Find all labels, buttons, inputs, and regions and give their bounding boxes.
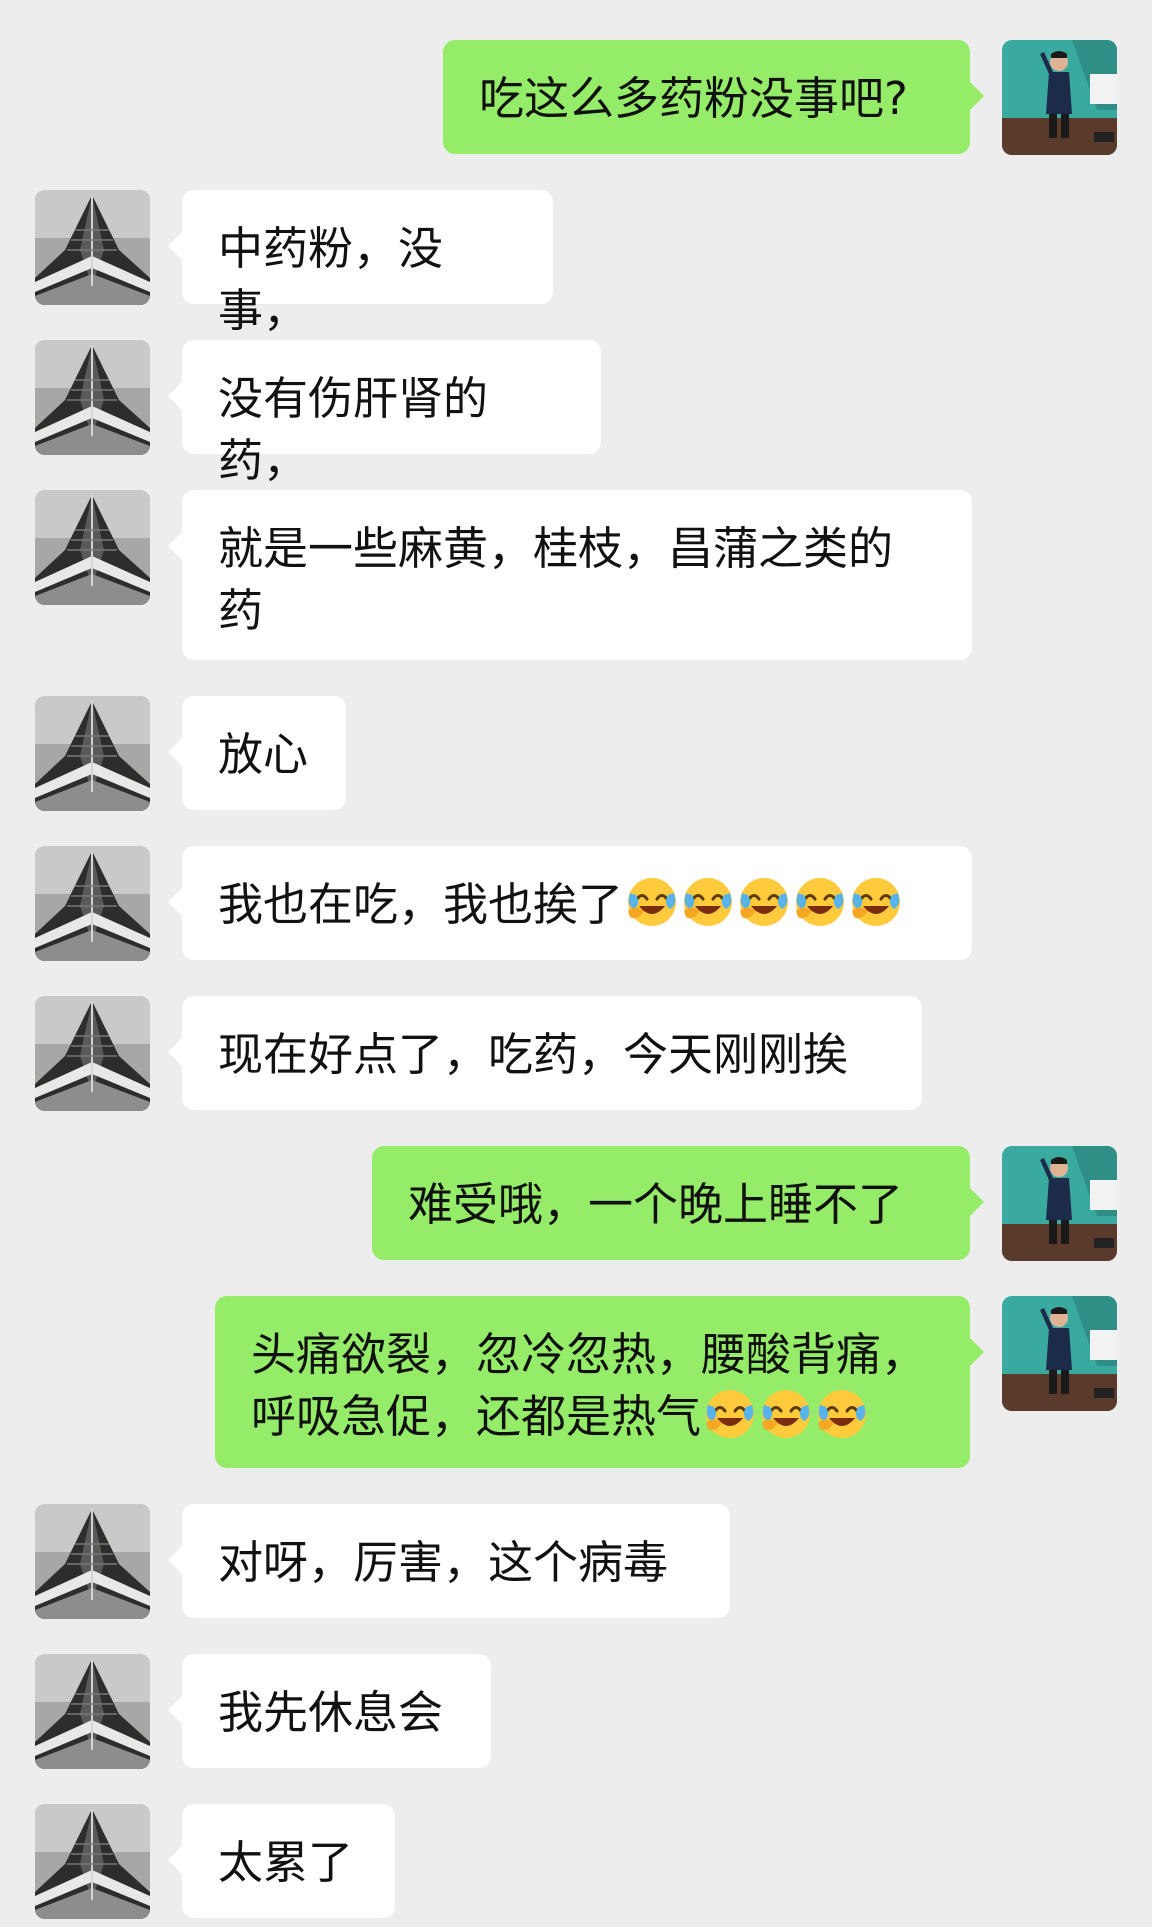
incoming-message-bubble[interactable]: 我也在吃，我也挨了 [168,846,972,960]
incoming-message-bubble[interactable]: 没有伤肝肾的药， [168,340,601,487]
incoming-message-row: 没有伤肝肾的药， [0,340,1152,487]
chat-message-list[interactable]: 吃这么多药粉没事吧? 中药粉，没事， 没有伤肝肾的药， 就是一些麻黄，桂枝，昌蒲之类的… [0,0,1152,1927]
crying-laughing-emoji-icon [849,875,903,929]
outgoing-message-bubble[interactable]: 难受哦，一个晚上睡不了 [372,1146,984,1260]
message-text: 吃这么多药粉没事吧? [479,72,908,125]
crying-laughing-emoji-icon [815,1387,869,1441]
message-text: 没有伤肝肾的药， [218,372,489,487]
incoming-message-row: 现在好点了，吃药，今天刚刚挨 [0,996,1152,1111]
outgoing-message-bubble[interactable]: 头痛欲裂，忽冷忽热，腰酸背痛，呼吸急促，还都是热气 [215,1296,984,1468]
building-tower-avatar[interactable] [35,1504,150,1619]
incoming-message-bubble[interactable]: 对呀，厉害，这个病毒 [168,1504,730,1618]
outgoing-message-bubble[interactable]: 吃这么多药粉没事吧? [443,40,984,154]
message-text: 放心 [218,728,309,781]
incoming-message-row: 太累了 [0,1804,1152,1919]
crying-laughing-emoji-icon [759,1387,813,1441]
crying-laughing-emoji-icon [737,875,791,929]
building-tower-avatar[interactable] [35,846,150,961]
outgoing-message-row: 头痛欲裂，忽冷忽热，腰酸背痛，呼吸急促，还都是热气 [0,1296,1152,1468]
building-tower-avatar[interactable] [35,340,150,455]
incoming-message-bubble[interactable]: 太累了 [168,1804,395,1918]
incoming-message-row: 我先休息会 [0,1654,1152,1769]
incoming-message-row: 我也在吃，我也挨了 [0,846,1152,961]
building-tower-avatar[interactable] [35,490,150,605]
speaker-on-stage-avatar[interactable] [1002,40,1117,155]
incoming-message-bubble[interactable]: 现在好点了，吃药，今天刚刚挨 [168,996,922,1110]
incoming-message-row: 对呀，厉害，这个病毒 [0,1504,1152,1619]
incoming-message-row: 就是一些麻黄，桂枝，昌蒲之类的药 [0,490,1152,660]
incoming-message-bubble[interactable]: 就是一些麻黄，桂枝，昌蒲之类的药 [168,490,972,660]
message-text: 现在好点了，吃药，今天刚刚挨 [218,1028,849,1081]
message-text: 太累了 [218,1836,354,1889]
crying-laughing-emoji-icon [793,875,847,929]
incoming-message-row: 放心 [0,696,1152,811]
outgoing-message-row: 吃这么多药粉没事吧? [0,40,1152,155]
crying-laughing-emoji-icon [703,1387,757,1441]
building-tower-avatar[interactable] [35,696,150,811]
speaker-on-stage-avatar[interactable] [1002,1146,1117,1261]
incoming-message-row: 中药粉，没事， [0,190,1152,337]
building-tower-avatar[interactable] [35,1654,150,1769]
incoming-message-bubble[interactable]: 我先休息会 [168,1654,491,1768]
crying-laughing-emoji-icon [625,875,679,929]
crying-laughing-emoji-icon [681,875,735,929]
message-text: 我也在吃，我也挨了 [218,878,624,931]
speaker-on-stage-avatar[interactable] [1002,1296,1117,1411]
message-text: 难受哦，一个晚上睡不了 [408,1178,904,1231]
building-tower-avatar[interactable] [35,190,150,305]
outgoing-message-row: 难受哦，一个晚上睡不了 [0,1146,1152,1261]
incoming-message-bubble[interactable]: 中药粉，没事， [168,190,553,337]
message-text: 就是一些麻黄，桂枝，昌蒲之类的药 [218,522,894,637]
message-text: 我先休息会 [218,1686,444,1739]
incoming-message-bubble[interactable]: 放心 [168,696,346,810]
building-tower-avatar[interactable] [35,1804,150,1919]
message-text: 对呀，厉害，这个病毒 [218,1536,669,1589]
building-tower-avatar[interactable] [35,996,150,1111]
message-text: 中药粉，没事， [218,222,444,337]
